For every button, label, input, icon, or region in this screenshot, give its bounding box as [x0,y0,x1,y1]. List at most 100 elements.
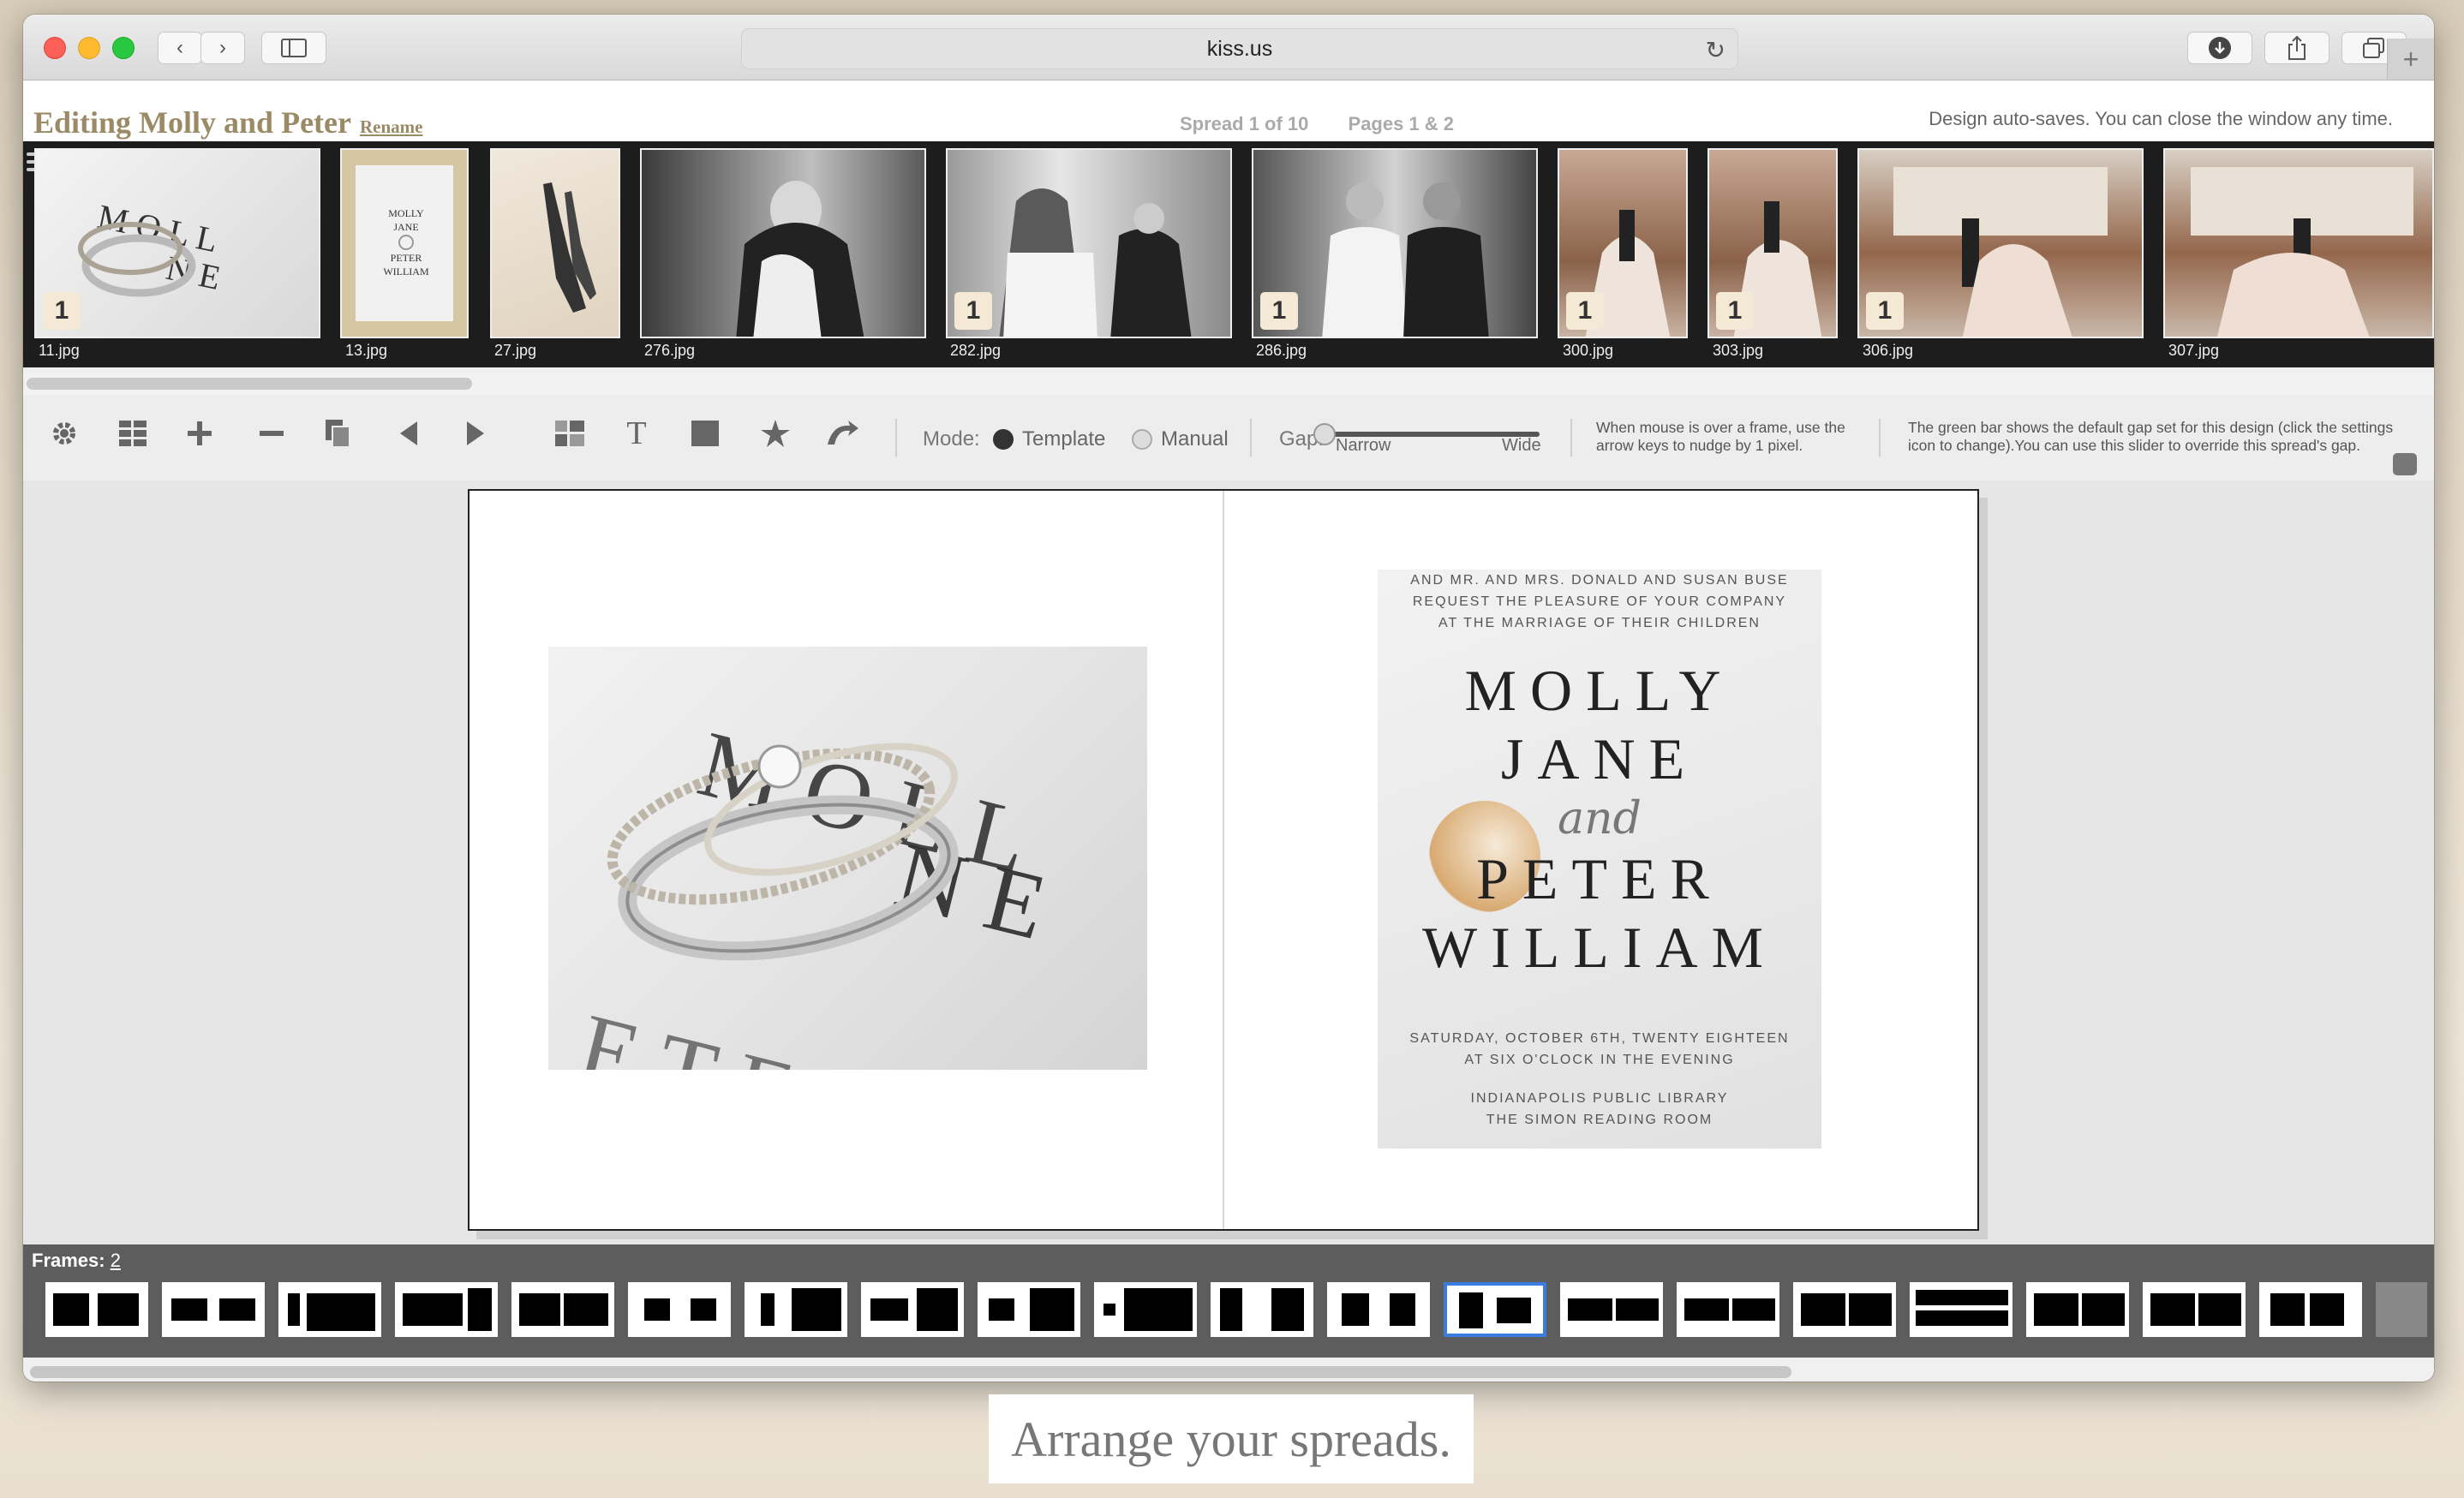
layout-template-option[interactable] [1910,1282,2012,1337]
thumbnail[interactable] [490,148,620,338]
layout-frame-block [53,1293,89,1326]
new-tab-button[interactable]: + [2387,39,2434,80]
svg-text:E T E: E T E [569,994,804,1070]
mode-manual-label[interactable]: Manual [1161,427,1229,451]
svg-text:JANE: JANE [393,221,418,233]
forward-button[interactable]: › [200,32,245,64]
layout-template-option[interactable] [1211,1282,1313,1337]
thumbnail[interactable]: 1 [1558,148,1688,338]
invitation-line-3: AT THE MARRIAGE OF THEIR CHILDREN [1438,616,1761,630]
thumbnail[interactable]: 1 [946,148,1232,338]
rename-link[interactable]: Rename [360,116,422,137]
layout-template-option[interactable] [978,1282,1080,1337]
address-bar[interactable]: kiss.us ↻ [741,28,1738,69]
page-scrollbar[interactable] [30,1366,1791,1378]
shoes-photo-thumb [543,182,596,313]
share-button[interactable] [2264,32,2329,64]
spread-page: M O L L N E E T E AND MR. AND MRS. DONAL… [468,489,1979,1231]
svg-text:N E: N E [886,822,1056,960]
next-spread-button[interactable] [450,412,501,455]
triangle-left-icon [400,421,417,445]
gap-slider-handle[interactable] [1313,423,1336,445]
layout-frame-block [2034,1293,2078,1326]
thumbnail[interactable]: MOLLY JANE PETER WILLIAM [340,148,469,338]
url-text: kiss.us [1206,36,1273,61]
layout-template-option[interactable] [2026,1282,2129,1337]
layout-template-option[interactable] [2143,1282,2246,1337]
usage-count-badge: 1 [954,292,992,330]
layout-template-option[interactable] [278,1282,381,1337]
layout-template-option[interactable] [1444,1282,1546,1337]
layout-frame-block [564,1293,608,1326]
layout-template-option[interactable] [861,1282,964,1337]
thumbnail[interactable] [2163,148,2434,338]
layout-template-option[interactable] [1560,1282,1663,1337]
invitation-frame-right[interactable]: AND MR. AND MRS. DONALD AND SUSAN BUSE R… [1378,570,1821,1149]
sidebar-toggle-button[interactable] [261,32,326,64]
add-embellishment-button[interactable] [750,412,801,455]
layout-template-option[interactable] [745,1282,847,1337]
duplicate-spread-button[interactable] [313,412,364,455]
grid-view-button[interactable] [107,412,158,455]
tabs-icon [2363,38,2384,58]
thumbnail[interactable] [640,148,926,338]
thumbnail[interactable]: 1 [1707,148,1838,338]
layout-template-option[interactable] [1327,1282,1430,1337]
star-icon [761,420,790,447]
text-icon: T [626,415,647,451]
previous-spread-button[interactable] [383,412,434,455]
layout-frame-block [468,1288,492,1331]
share-icon [2288,35,2306,60]
photo-frame-left[interactable]: M O L L N E E T E [548,647,1147,1070]
download-icon [2209,37,2231,59]
reload-icon[interactable]: ↻ [1706,36,1725,64]
downloads-button[interactable] [2187,32,2252,64]
autosave-notice: Design auto-saves. You can close the win… [1929,108,2393,129]
marketing-caption: Arrange your spreads. [989,1394,1474,1483]
comment-icon[interactable] [2393,453,2417,475]
mode-template-label[interactable]: Template [1022,427,1105,451]
mode-template-radio[interactable] [993,429,1014,450]
browser-window: ‹ › kiss.us ↻ + Editing Molly and Peter R… [23,15,2434,1382]
thumbnail[interactable]: M O L L N E 1 [34,148,320,338]
toolbar-divider [895,419,897,457]
close-window-button[interactable] [44,37,66,59]
layout-template-option[interactable] [1793,1282,1896,1337]
photo-thumbnail-strip[interactable]: M O L L N E 1 11.jpg MOLLY JANE PETER WI… [23,141,2434,367]
mode-manual-radio[interactable] [1132,429,1152,450]
thumbnail[interactable]: 1 [1252,148,1538,338]
zoom-window-button[interactable] [112,37,135,59]
thumbnail[interactable]: 1 [1857,148,2144,338]
layout-template-option[interactable] [395,1282,498,1337]
invitation-line-2: REQUEST THE PLEASURE OF YOUR COMPANY [1412,594,1787,609]
layout-template-option[interactable] [2376,1282,2427,1337]
invitation-photo-thumb: MOLLY JANE PETER WILLIAM [383,207,429,278]
layout-templates-bar: Frames: 2 [23,1244,2434,1358]
layout-template-option[interactable] [1677,1282,1779,1337]
layout-template-option[interactable] [45,1282,148,1337]
add-shape-button[interactable] [679,412,731,455]
layout-button[interactable] [544,412,595,455]
thumbnail-scrollbar[interactable] [27,378,472,390]
remove-spread-button[interactable] [246,412,297,455]
minimize-window-button[interactable] [78,37,100,59]
usage-count-badge: 1 [1866,292,1904,330]
layout-template-option[interactable] [2259,1282,2362,1337]
layout-frame-block [1342,1293,1369,1326]
layout-frame-block [792,1288,841,1331]
layout-frame-block [989,1298,1014,1321]
spread-indicator: Spread 1 of 10 [1180,113,1309,134]
settings-button[interactable] [39,412,90,455]
layout-template-option[interactable] [1094,1282,1197,1337]
add-text-button[interactable]: T [611,412,662,455]
frames-count-value[interactable]: 2 [111,1250,121,1271]
curve-tool-button[interactable] [816,412,868,455]
add-spread-button[interactable] [174,412,225,455]
layout-template-option[interactable] [162,1282,265,1337]
layout-frame-block [1220,1288,1242,1331]
layout-template-option[interactable] [511,1282,614,1337]
copy-icon [326,420,350,447]
back-button[interactable]: ‹ [158,32,202,64]
layout-template-option[interactable] [628,1282,731,1337]
plus-icon [188,421,212,445]
